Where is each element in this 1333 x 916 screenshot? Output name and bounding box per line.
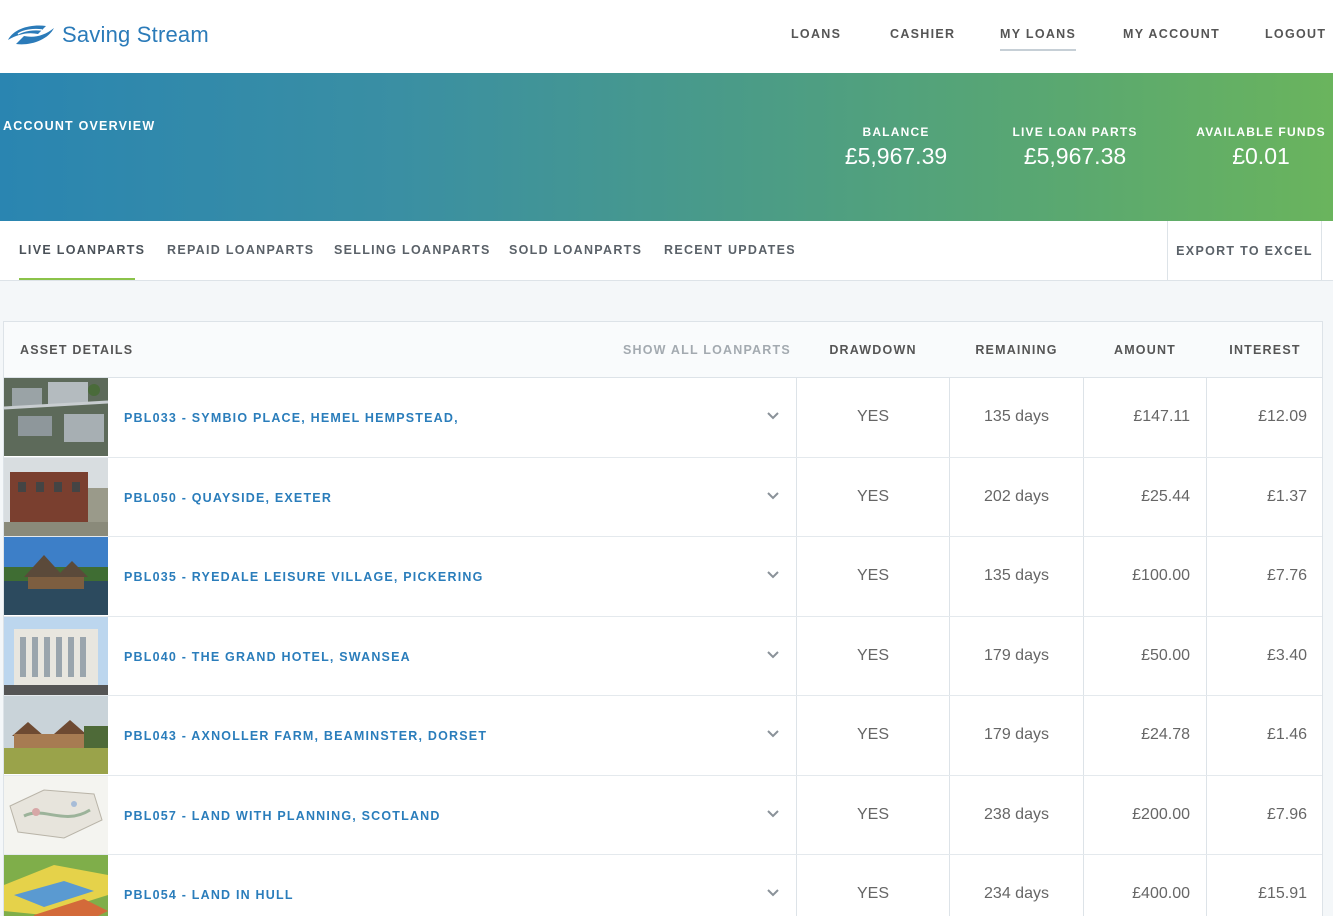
asset-link[interactable]: PBL035 - RYEDALE LEISURE VILLAGE, PICKER… bbox=[124, 570, 484, 584]
table-row[interactable]: PBL043 - AXNOLLER FARM, BEAMINSTER, DORS… bbox=[4, 696, 1322, 776]
loanparts-tabs: LIVE LOANPARTS REPAID LOANPARTS SELLING … bbox=[0, 221, 1333, 281]
chevron-down-icon[interactable] bbox=[766, 806, 780, 820]
table-row[interactable]: PBL050 - QUAYSIDE, EXETER YES 202 days £… bbox=[4, 457, 1322, 537]
account-overview-banner: ACCOUNT OVERVIEW BALANCE £5,967.39 LIVE … bbox=[0, 73, 1333, 221]
table-row[interactable]: PBL040 - THE GRAND HOTEL, SWANSEA YES 17… bbox=[4, 616, 1322, 696]
asset-thumbnail-building bbox=[4, 457, 108, 536]
interest-cell: £3.40 bbox=[1266, 646, 1307, 664]
interest-cell: £12.09 bbox=[1258, 408, 1307, 425]
top-bar: Saving Stream LOANS CASHIER MY LOANS MY … bbox=[0, 0, 1333, 73]
table-row[interactable]: PBL035 - RYEDALE LEISURE VILLAGE, PICKER… bbox=[4, 537, 1322, 617]
table-row[interactable]: PBL033 - SYMBIO PLACE, HEMEL HEMPSTEAD, … bbox=[4, 378, 1322, 458]
chevron-down-icon[interactable] bbox=[766, 488, 780, 502]
amount-cell: £25.44 bbox=[1141, 487, 1190, 505]
balance-label: BALANCE bbox=[862, 125, 930, 139]
chevron-down-icon[interactable] bbox=[766, 567, 780, 581]
asset-thumbnail-farm bbox=[4, 696, 108, 774]
live-loan-parts-stat: LIVE LOAN PARTS £5,967.38 bbox=[1005, 125, 1145, 170]
asset-thumbnail-site-plan bbox=[4, 775, 108, 854]
live-loan-parts-label: LIVE LOAN PARTS bbox=[1012, 125, 1138, 139]
amount-cell: £100.00 bbox=[1132, 567, 1190, 584]
chevron-down-icon[interactable] bbox=[766, 726, 780, 740]
drawdown-cell: YES bbox=[856, 805, 889, 823]
header-remaining[interactable]: REMAINING bbox=[950, 322, 1083, 378]
remaining-cell: 179 days bbox=[984, 646, 1049, 664]
interest-cell: £7.76 bbox=[1266, 567, 1307, 584]
drawdown-cell: YES bbox=[856, 487, 889, 505]
tab-repaid-loanparts[interactable]: REPAID LOANPARTS bbox=[167, 243, 314, 257]
tab-sold-loanparts[interactable]: SOLD LOANPARTS bbox=[509, 243, 642, 257]
nav-cashier[interactable]: CASHIER bbox=[890, 27, 955, 41]
available-funds-label: AVAILABLE FUNDS bbox=[1196, 125, 1326, 139]
amount-cell: £24.78 bbox=[1141, 726, 1190, 743]
asset-thumbnail-lodge bbox=[4, 537, 108, 615]
asset-link[interactable]: PBL057 - LAND WITH PLANNING, SCOTLAND bbox=[124, 809, 441, 823]
drawdown-cell: YES bbox=[856, 567, 889, 584]
overview-title: ACCOUNT OVERVIEW bbox=[3, 119, 156, 133]
balance-value: £5,967.39 bbox=[844, 143, 948, 169]
asset-thumbnail-aerial bbox=[4, 378, 108, 456]
drawdown-cell: YES bbox=[856, 408, 889, 425]
tab-selling-loanparts[interactable]: SELLING LOANPARTS bbox=[334, 243, 491, 257]
remaining-cell: 238 days bbox=[984, 805, 1049, 823]
amount-cell: £147.11 bbox=[1133, 408, 1190, 425]
asset-thumbnail-hotel bbox=[4, 616, 108, 695]
header-asset-details: ASSET DETAILS bbox=[20, 343, 134, 357]
asset-link[interactable]: PBL054 - LAND IN HULL bbox=[124, 888, 294, 902]
live-loan-parts-value: £5,967.38 bbox=[1023, 143, 1127, 169]
remaining-cell: 202 days bbox=[984, 487, 1049, 505]
nav-loans[interactable]: LOANS bbox=[791, 27, 841, 41]
drawdown-cell: YES bbox=[856, 646, 889, 664]
drawdown-cell: YES bbox=[856, 885, 889, 902]
saving-stream-logo-icon bbox=[8, 25, 54, 45]
remaining-cell: 135 days bbox=[984, 567, 1049, 584]
chevron-down-icon[interactable] bbox=[766, 647, 780, 661]
nav-my-account[interactable]: MY ACCOUNT bbox=[1123, 27, 1220, 41]
asset-link[interactable]: PBL050 - QUAYSIDE, EXETER bbox=[124, 491, 332, 505]
brand-logo[interactable]: Saving Stream bbox=[4, 14, 209, 56]
nav-my-loans[interactable]: MY LOANS bbox=[1000, 27, 1077, 51]
active-tab-indicator bbox=[19, 278, 135, 280]
export-to-excel-button[interactable]: EXPORT TO EXCEL bbox=[1167, 221, 1322, 280]
available-funds-stat: AVAILABLE FUNDS £0.01 bbox=[1193, 125, 1329, 170]
chevron-down-icon[interactable] bbox=[766, 408, 780, 422]
header-drawdown[interactable]: DRAWDOWN bbox=[797, 322, 949, 378]
table-row[interactable]: PBL057 - LAND WITH PLANNING, SCOTLAND YE… bbox=[4, 775, 1322, 855]
asset-link[interactable]: PBL040 - THE GRAND HOTEL, SWANSEA bbox=[124, 650, 411, 664]
amount-cell: £200.00 bbox=[1132, 805, 1190, 823]
asset-link[interactable]: PBL033 - SYMBIO PLACE, HEMEL HEMPSTEAD, bbox=[124, 411, 459, 425]
remaining-cell: 179 days bbox=[984, 726, 1049, 743]
nav-logout[interactable]: LOGOUT bbox=[1265, 27, 1326, 41]
asset-link[interactable]: PBL043 - AXNOLLER FARM, BEAMINSTER, DORS… bbox=[124, 729, 487, 743]
table-header: ASSET DETAILS SHOW ALL LOANPARTS DRAWDOW… bbox=[4, 322, 1322, 378]
tab-live-loanparts[interactable]: LIVE LOANPARTS bbox=[19, 243, 145, 257]
drawdown-cell: YES bbox=[856, 726, 889, 743]
loanparts-table: ASSET DETAILS SHOW ALL LOANPARTS DRAWDOW… bbox=[3, 321, 1323, 916]
show-all-loanparts-link[interactable]: SHOW ALL LOANPARTS bbox=[623, 343, 791, 357]
amount-cell: £400.00 bbox=[1132, 885, 1190, 902]
chevron-down-icon[interactable] bbox=[766, 885, 780, 899]
header-amount[interactable]: AMOUNT bbox=[1084, 322, 1206, 378]
remaining-cell: 135 days bbox=[984, 408, 1049, 425]
available-funds-value: £0.01 bbox=[1232, 143, 1290, 169]
amount-cell: £50.00 bbox=[1141, 646, 1190, 664]
header-interest[interactable]: INTEREST bbox=[1207, 322, 1323, 378]
interest-cell: £7.96 bbox=[1266, 805, 1307, 823]
brand-name: Saving Stream bbox=[62, 22, 209, 47]
remaining-cell: 234 days bbox=[984, 885, 1049, 902]
tab-recent-updates[interactable]: RECENT UPDATES bbox=[664, 243, 796, 257]
interest-cell: £1.46 bbox=[1266, 726, 1307, 743]
interest-cell: £1.37 bbox=[1266, 487, 1307, 505]
interest-cell: £15.91 bbox=[1258, 885, 1307, 902]
asset-thumbnail-land-map bbox=[4, 855, 108, 916]
balance-stat: BALANCE £5,967.39 bbox=[836, 125, 956, 170]
table-row[interactable]: PBL054 - LAND IN HULL YES 234 days £400.… bbox=[4, 855, 1322, 916]
